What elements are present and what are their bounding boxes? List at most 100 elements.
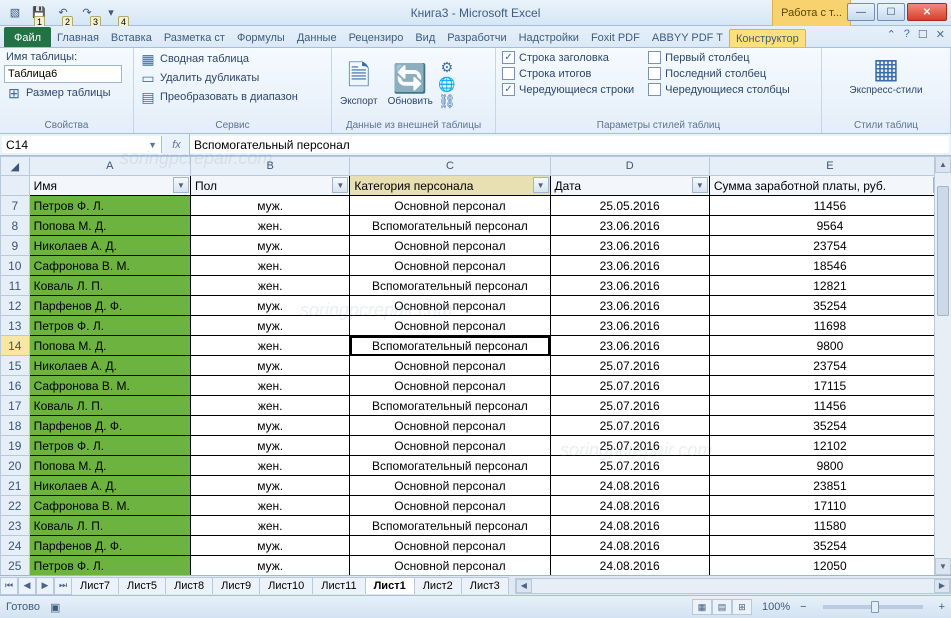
minimize-button[interactable]: — xyxy=(847,3,875,21)
cell-name[interactable]: Сафронова В. М. xyxy=(29,256,190,276)
banded-rows-checkbox[interactable]: ✓Чередующиеся строки xyxy=(500,82,636,97)
scroll-up-icon[interactable]: ▲ xyxy=(935,156,951,173)
resize-table-button[interactable]: ⊞Размер таблицы xyxy=(4,84,129,102)
ribbon-tab[interactable]: Разметка ст xyxy=(158,29,231,47)
cell-category[interactable]: Основной персонал xyxy=(350,416,550,436)
row-header[interactable]: 17 xyxy=(1,396,30,416)
cell-sex[interactable]: жен. xyxy=(190,496,349,516)
sheet-tab[interactable]: Лист7 xyxy=(71,577,119,594)
cell-date[interactable]: 23.06.2016 xyxy=(550,276,709,296)
cell-sum[interactable]: 17110 xyxy=(709,496,950,516)
header-row-checkbox[interactable]: ✓Строка заголовка xyxy=(500,50,636,65)
ribbon-tab[interactable]: Рецензиро xyxy=(343,29,410,47)
scroll-down-icon[interactable]: ▼ xyxy=(935,558,951,575)
row-header[interactable]: 20 xyxy=(1,456,30,476)
table-row[interactable]: 24Парфенов Д. Ф.муж.Основной персонал24.… xyxy=(1,536,951,556)
ribbon-tab[interactable]: Конструктор xyxy=(729,29,806,47)
cell-category[interactable]: Основной персонал xyxy=(350,356,550,376)
cell-category[interactable]: Основной персонал xyxy=(350,436,550,456)
cell-sum[interactable]: 11456 xyxy=(709,396,950,416)
cell-sex[interactable]: жен. xyxy=(190,456,349,476)
row-header[interactable]: 21 xyxy=(1,476,30,496)
row-header[interactable]: 11 xyxy=(1,276,30,296)
ribbon-tab[interactable]: Foxit PDF xyxy=(585,29,646,47)
cell-date[interactable]: 23.06.2016 xyxy=(550,216,709,236)
cell-sum[interactable]: 12050 xyxy=(709,556,950,576)
cell-name[interactable]: Петров Ф. Л. xyxy=(29,436,190,456)
ribbon-tab[interactable]: Надстройки xyxy=(513,29,585,47)
maximize-button[interactable]: ☐ xyxy=(877,3,905,21)
row-header[interactable]: 22 xyxy=(1,496,30,516)
row-header[interactable]: 9 xyxy=(1,236,30,256)
cell-sex[interactable]: муж. xyxy=(190,356,349,376)
table-row[interactable]: 13Петров Ф. Л.муж.Основной персонал23.06… xyxy=(1,316,951,336)
table-header-sum[interactable]: Сумма заработной платы, руб.▼ xyxy=(709,176,950,196)
cell-category[interactable]: Основной персонал xyxy=(350,556,550,576)
close-button[interactable]: ✕ xyxy=(907,3,947,21)
row-header[interactable]: 16 xyxy=(1,376,30,396)
ribbon-tab[interactable]: Разработчи xyxy=(441,29,512,47)
export-button[interactable]: 🗎Экспорт xyxy=(336,61,382,109)
formula-input[interactable]: Вспомогательный персонал xyxy=(190,136,949,153)
tab-nav-last-icon[interactable]: ⏭ xyxy=(54,577,72,595)
row-header[interactable]: 23 xyxy=(1,516,30,536)
cell-category[interactable]: Основной персонал xyxy=(350,376,550,396)
table-header-sex[interactable]: Пол▼ xyxy=(190,176,349,196)
filter-dropdown-icon[interactable]: ▼ xyxy=(533,177,549,193)
filter-dropdown-icon[interactable]: ▼ xyxy=(173,177,189,193)
cell-name[interactable]: Парфенов Д. Ф. xyxy=(29,416,190,436)
cell-name[interactable]: Петров Ф. Л. xyxy=(29,556,190,576)
cell-date[interactable]: 25.07.2016 xyxy=(550,436,709,456)
table-row[interactable]: 16Сафронова В. М.жен.Основной персонал25… xyxy=(1,376,951,396)
cell-category[interactable]: Основной персонал xyxy=(350,316,550,336)
last-col-checkbox[interactable]: Последний столбец xyxy=(646,66,792,81)
cell-sex[interactable]: муж. xyxy=(190,316,349,336)
ribbon-tab[interactable]: ABBYY PDF T xyxy=(646,29,729,47)
row-header[interactable]: 18 xyxy=(1,416,30,436)
cell-date[interactable]: 23.06.2016 xyxy=(550,316,709,336)
cell-sum[interactable]: 23754 xyxy=(709,356,950,376)
table-row[interactable]: 19Петров Ф. Л.муж.Основной персонал25.07… xyxy=(1,436,951,456)
cell-sex[interactable]: муж. xyxy=(190,436,349,456)
cell-sex[interactable]: жен. xyxy=(190,376,349,396)
table-row[interactable]: 25Петров Ф. Л.муж.Основной персонал24.08… xyxy=(1,556,951,576)
col-header[interactable]: A xyxy=(29,157,190,176)
open-browser-icon[interactable]: 🌐 xyxy=(439,77,455,93)
cell-sum[interactable]: 9800 xyxy=(709,456,950,476)
cell-date[interactable]: 24.08.2016 xyxy=(550,536,709,556)
cell-name[interactable]: Коваль Л. П. xyxy=(29,396,190,416)
cell-sex[interactable]: муж. xyxy=(190,556,349,576)
table-row[interactable]: 12Парфенов Д. Ф.муж.Основной персонал23.… xyxy=(1,296,951,316)
cell-sum[interactable]: 12821 xyxy=(709,276,950,296)
banded-cols-checkbox[interactable]: Чередующиеся столбцы xyxy=(646,82,792,97)
table-row[interactable]: 21Николаев А. Д.муж.Основной персонал24.… xyxy=(1,476,951,496)
row-header[interactable]: 14 xyxy=(1,336,30,356)
cell-category[interactable]: Основной персонал xyxy=(350,496,550,516)
cell-name[interactable]: Парфенов Д. Ф. xyxy=(29,296,190,316)
cell-date[interactable]: 25.07.2016 xyxy=(550,376,709,396)
tab-nav-prev-icon[interactable]: ◀ xyxy=(18,577,36,595)
ribbon-tab[interactable]: Формулы xyxy=(231,29,291,47)
table-row[interactable]: 8Попова М. Д.жен.Вспомогательный персона… xyxy=(1,216,951,236)
cell-sex[interactable]: муж. xyxy=(190,416,349,436)
cell-name[interactable]: Парфенов Д. Ф. xyxy=(29,536,190,556)
cell-sex[interactable]: жен. xyxy=(190,396,349,416)
fx-button[interactable]: fx xyxy=(164,134,190,155)
col-header[interactable]: B xyxy=(190,157,349,176)
zoom-out-button[interactable]: − xyxy=(800,601,806,613)
excel-icon[interactable]: ▧ xyxy=(4,3,26,23)
cell-sex[interactable]: жен. xyxy=(190,256,349,276)
table-row[interactable]: 14Попова М. Д.жен.Вспомогательный персон… xyxy=(1,336,951,356)
view-normal-icon[interactable]: ▦ xyxy=(692,599,712,615)
cell-category[interactable]: Основной персонал xyxy=(350,196,550,216)
ribbon-tab[interactable]: Главная xyxy=(51,29,105,47)
cell-category[interactable]: Вспомогательный персонал xyxy=(350,396,550,416)
cell-sum[interactable]: 9564 xyxy=(709,216,950,236)
first-col-checkbox[interactable]: Первый столбец xyxy=(646,50,792,65)
table-row[interactable]: 10Сафронова В. М.жен.Основной персонал23… xyxy=(1,256,951,276)
cell-date[interactable]: 23.06.2016 xyxy=(550,256,709,276)
remove-duplicates-button[interactable]: ▭Удалить дубликаты xyxy=(138,69,300,87)
cell-sex[interactable]: жен. xyxy=(190,336,349,356)
cell-name[interactable]: Попова М. Д. xyxy=(29,336,190,356)
col-header[interactable]: D xyxy=(550,157,709,176)
